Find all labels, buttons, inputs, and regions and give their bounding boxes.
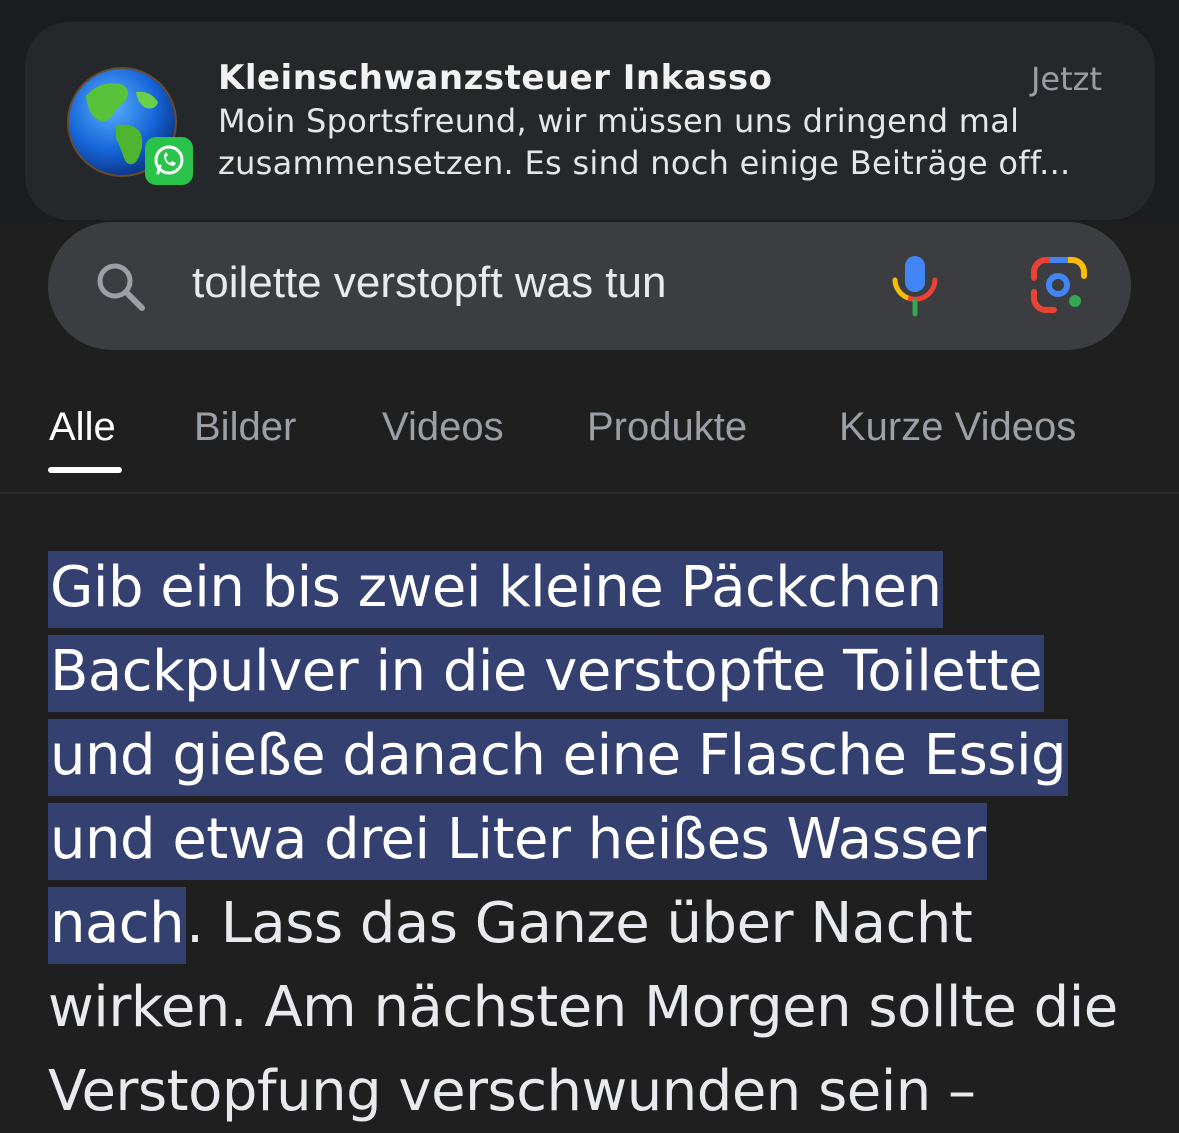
snippet-line: Verstopfung verschwunden sein – <box>48 1059 976 1124</box>
tab-videos[interactable]: Videos <box>382 405 504 450</box>
search-icon[interactable] <box>90 256 150 316</box>
tab-bilder[interactable]: Bilder <box>194 405 296 450</box>
snippet-line: Gib ein bis zwei kleine Päckchen <box>48 546 1158 630</box>
screen: Kleinschwanzsteuer Inkasso Jetzt Moin Sp… <box>0 0 1179 1133</box>
tab-produkte[interactable]: Produkte <box>587 405 747 450</box>
snippet-line: wirken. Am nächsten Morgen sollte die <box>48 975 1118 1040</box>
snippet-line: nach. Lass das Ganze über Nacht <box>48 882 1158 966</box>
tab-alle[interactable]: Alle <box>49 405 116 450</box>
snippet-line: und gieße danach eine Flasche Essig <box>48 714 1158 798</box>
highlighted-text: Backpulver in die verstopfte Toilette <box>48 635 1045 712</box>
featured-snippet: Gib ein bis zwei kleine Päckchen Backpul… <box>48 546 1158 1133</box>
notification-time: Jetzt <box>1030 60 1102 98</box>
tabs-divider <box>0 492 1179 494</box>
highlighted-text: nach <box>48 887 187 964</box>
snippet-text: . Lass das Ganze über Nacht <box>186 891 973 956</box>
highlighted-text: Gib ein bis zwei kleine Päckchen <box>48 551 944 628</box>
whatsapp-icon <box>145 137 193 185</box>
search-tabs: Alle Bilder Videos Produkte Kurze Videos <box>0 395 1179 495</box>
camera-lens-icon[interactable] <box>1028 256 1090 314</box>
highlighted-text: und etwa drei Liter heißes Wasser <box>48 803 988 880</box>
search-input[interactable]: toilette verstopft was tun <box>192 258 666 308</box>
tab-kurze-videos[interactable]: Kurze Videos <box>839 405 1076 450</box>
snippet-line: Backpulver in die verstopfte Toilette <box>48 630 1158 714</box>
active-tab-indicator <box>48 467 122 473</box>
notification-message-line: Moin Sportsfreund, wir müssen uns dringe… <box>218 102 1020 140</box>
snippet-line: und etwa drei Liter heißes Wasser <box>48 798 1158 882</box>
notification-message-line: zusammensetzen. Es sind noch einige Beit… <box>218 144 1071 182</box>
highlighted-text: und gieße danach eine Flasche Essig <box>48 719 1069 796</box>
microphone-icon[interactable] <box>888 252 942 318</box>
notification-message: Moin Sportsfreund, wir müssen uns dringe… <box>218 100 1118 184</box>
notification-sender: Kleinschwanzsteuer Inkasso <box>218 58 773 98</box>
